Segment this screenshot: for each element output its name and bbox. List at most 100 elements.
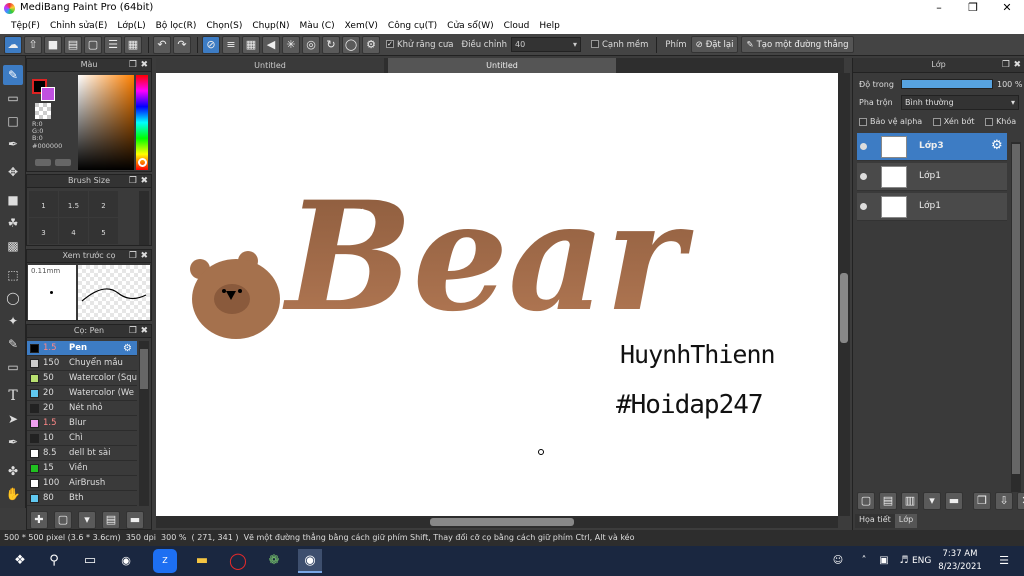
menu-filter[interactable]: Bộ lọc(R) — [151, 21, 202, 31]
color-mode-button[interactable] — [55, 159, 71, 166]
pen-tool-icon[interactable]: ✒ — [3, 134, 23, 154]
divide-tool-icon[interactable]: ✒ — [3, 432, 23, 452]
horizontal-scrollbar[interactable] — [156, 516, 838, 528]
concentric-snap-icon[interactable]: ◎ — [302, 35, 320, 54]
copy-brush-icon[interactable]: ▤ — [102, 511, 120, 529]
task-view-icon[interactable]: ▭ — [78, 549, 102, 573]
float-icon[interactable]: ❐ — [129, 175, 137, 187]
drawing-canvas[interactable]: Bear + + + + + + + HuynhThienn #Hoidap24… — [156, 73, 838, 516]
visibility-icon[interactable] — [860, 203, 867, 210]
radial-snap-icon[interactable]: ✳ — [282, 35, 300, 54]
secondary-color-swatch[interactable] — [41, 87, 55, 101]
layer-row[interactable]: Lớp1 — [857, 163, 1007, 191]
saturation-value-picker[interactable] — [78, 75, 134, 170]
minimize-button[interactable]: – — [922, 0, 956, 17]
vanish-snap-icon[interactable]: ◀ — [262, 35, 280, 54]
layer-folder-icon[interactable]: ▬ — [945, 492, 963, 510]
close-panel-icon[interactable]: ✖ — [140, 250, 148, 262]
search-icon[interactable]: ⚲ — [42, 549, 66, 573]
close-panel-icon[interactable]: ✖ — [140, 325, 148, 337]
adjust-select[interactable]: 40 ▾ — [510, 37, 581, 52]
zalo-app-icon[interactable]: Z — [153, 549, 177, 573]
brush-size-scrollbar[interactable] — [139, 191, 149, 245]
blend-mode-select[interactable]: Bình thường ▾ — [901, 95, 1019, 110]
hue-handle[interactable] — [138, 158, 147, 167]
snap-settings-icon[interactable]: ⚙ — [362, 35, 380, 54]
size-cell[interactable]: 2 — [89, 191, 118, 217]
float-icon[interactable]: ❐ — [129, 325, 137, 337]
add-layer-menu-icon[interactable]: ▾ — [923, 492, 941, 510]
menu-window[interactable]: Cửa sổ(W) — [442, 21, 498, 31]
new-layer-icon[interactable]: ▢ — [857, 492, 875, 510]
duplicate-layer-icon[interactable]: ❐ — [973, 492, 991, 510]
menu-color[interactable]: Màu (C) — [295, 21, 340, 31]
move-tool-icon[interactable]: ✥ — [3, 162, 23, 182]
scroll-thumb[interactable] — [1012, 144, 1020, 474]
magic-wand-tool-icon[interactable]: ✦ — [3, 311, 23, 331]
list-item[interactable]: 100 AirBrush — [27, 476, 137, 491]
brush-tool-icon[interactable]: ✎ — [3, 65, 23, 85]
folder-icon[interactable]: ▬ — [126, 511, 144, 529]
size-cell[interactable]: 4 — [59, 218, 88, 244]
undo-icon[interactable]: ↶ — [153, 35, 171, 54]
windows-start-icon[interactable]: ❖ — [8, 549, 32, 573]
bucket-tool-icon[interactable]: ☘ — [3, 213, 23, 233]
delete-layer-icon[interactable]: ✕ — [1017, 492, 1024, 510]
grid-icon[interactable]: ▦ — [124, 35, 142, 54]
tab-untitled-1[interactable]: Untitled — [156, 58, 384, 73]
new-brush-icon[interactable]: ▢ — [54, 511, 72, 529]
file-explorer-icon[interactable]: ▬ — [190, 549, 214, 573]
comment-icon[interactable]: ■ — [44, 35, 62, 54]
size-cell[interactable]: 3 — [29, 218, 58, 244]
transparent-swatch[interactable] — [35, 103, 51, 119]
edge-browser-icon[interactable]: ◉ — [114, 549, 138, 573]
menu-layer[interactable]: Lớp(L) — [112, 21, 150, 31]
select-tool-icon[interactable]: ⬚ — [3, 265, 23, 285]
list-item[interactable]: 10 Chì — [27, 431, 137, 446]
float-icon[interactable]: ❐ — [129, 59, 137, 71]
color-mode-button[interactable] — [35, 159, 51, 166]
paint-tool-icon[interactable]: ❁ — [262, 549, 286, 573]
new-layer-1bit-icon[interactable]: ▥ — [901, 492, 919, 510]
close-panel-icon[interactable]: ✖ — [1013, 58, 1021, 72]
lasso-tool-icon[interactable]: ◯ — [3, 288, 23, 308]
menu-view[interactable]: Xem(V) — [340, 21, 383, 31]
tab-untitled-2[interactable]: Untitled — [388, 58, 616, 73]
select-pen-tool-icon[interactable]: ✎ — [3, 334, 23, 354]
opera-browser-icon[interactable]: ◯ — [226, 549, 250, 573]
share-icon[interactable]: ⇧ — [24, 35, 42, 54]
list-item[interactable]: 80 Bth — [27, 491, 137, 506]
add-brush-icon[interactable]: ✚ — [30, 511, 48, 529]
layer-row[interactable]: Lớp1 — [857, 193, 1007, 221]
list-item[interactable]: 1.5 Blur — [27, 416, 137, 431]
scroll-thumb[interactable] — [840, 273, 848, 343]
maximize-button[interactable]: ❐ — [956, 0, 990, 17]
brush-menu-icon[interactable]: ▾ — [78, 511, 96, 529]
tab-material[interactable]: Họa tiết — [855, 514, 895, 528]
layer-row-active[interactable]: Lớp3 ⚙ — [857, 133, 1007, 161]
people-icon[interactable]: ☺ — [826, 549, 850, 573]
float-icon[interactable]: ❐ — [129, 250, 137, 262]
cross-snap-icon[interactable]: ▦ — [242, 35, 260, 54]
page-icon[interactable]: ▢ — [84, 35, 102, 54]
language-indicator[interactable]: ENG — [912, 556, 931, 566]
opacity-slider[interactable] — [901, 79, 993, 89]
fill-shape-tool-icon[interactable]: ■ — [3, 190, 23, 210]
brush-item-pen[interactable]: 1.5 Pen ⚙ — [27, 341, 137, 356]
menu-snap[interactable]: Chụp(N) — [247, 21, 294, 31]
snap-off-icon[interactable]: ⊘ — [202, 35, 220, 54]
size-cell[interactable]: 5 — [89, 218, 118, 244]
hue-slider[interactable] — [136, 75, 148, 170]
layer-scrollbar[interactable] — [1011, 142, 1021, 492]
text-tool-icon[interactable]: T — [3, 386, 23, 406]
menu-tools[interactable]: Công cụ(T) — [383, 21, 442, 31]
visibility-icon[interactable] — [860, 173, 867, 180]
menu-file[interactable]: Tệp(F) — [6, 21, 45, 31]
protect-alpha-checkbox[interactable]: Bảo vệ alpha — [859, 117, 922, 126]
menu-help[interactable]: Help — [534, 21, 565, 31]
size-cell[interactable]: 1.5 — [59, 191, 88, 217]
close-button[interactable]: ✕ — [990, 0, 1024, 17]
line-button[interactable]: ✎ Tạo một đường thẳng — [741, 36, 854, 53]
rectangle-select-tool-icon[interactable]: □ — [3, 111, 23, 131]
menu-select[interactable]: Chọn(S) — [201, 21, 247, 31]
